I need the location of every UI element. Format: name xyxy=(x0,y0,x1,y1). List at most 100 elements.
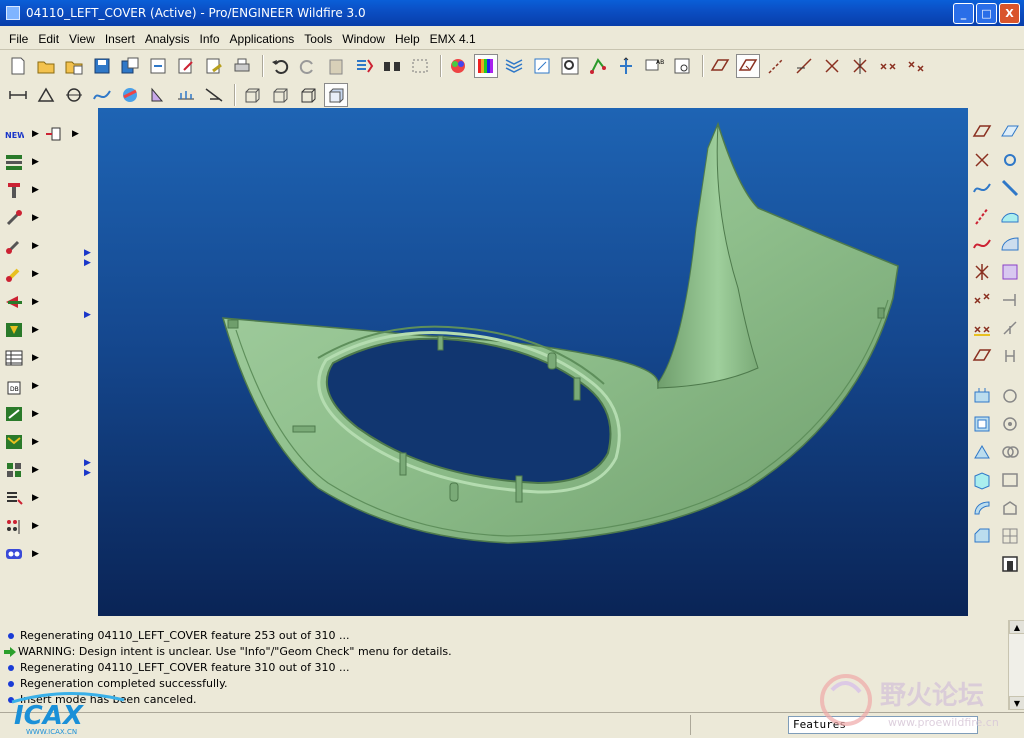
menu-window[interactable]: Window xyxy=(337,32,390,46)
runner-item[interactable]: ▶ xyxy=(4,430,44,454)
view-icon[interactable] xyxy=(614,54,638,78)
menu-analysis[interactable]: Analysis xyxy=(140,32,195,46)
plane-icon[interactable] xyxy=(970,120,994,144)
offset-icon[interactable] xyxy=(174,83,198,107)
merge-icon[interactable] xyxy=(998,344,1022,368)
menu-insert[interactable]: Insert xyxy=(100,32,140,46)
mold-base-item[interactable]: ▶ xyxy=(4,150,44,174)
minimize-button[interactable]: _ xyxy=(953,3,974,24)
color-editor-icon[interactable] xyxy=(474,54,498,78)
curve-icon[interactable] xyxy=(970,176,994,200)
intersect-icon[interactable] xyxy=(970,260,994,284)
chamfer-icon[interactable] xyxy=(970,524,994,548)
group-icon[interactable] xyxy=(998,496,1022,520)
sweep-icon[interactable] xyxy=(970,468,994,492)
holes-item[interactable]: ▶ xyxy=(4,514,44,538)
no-hidden-icon[interactable] xyxy=(296,83,320,107)
mass-icon[interactable] xyxy=(34,83,58,107)
scroll-up-icon[interactable]: ▲ xyxy=(1009,620,1024,634)
redo-icon[interactable] xyxy=(296,54,320,78)
print-icon[interactable] xyxy=(230,54,254,78)
section-icon[interactable] xyxy=(62,83,86,107)
hidden-line-icon[interactable] xyxy=(268,83,292,107)
point-icon[interactable] xyxy=(970,148,994,172)
screw-item[interactable]: ▶ xyxy=(4,206,44,230)
menu-applications[interactable]: Applications xyxy=(225,32,300,46)
menu-info[interactable]: Info xyxy=(195,32,225,46)
find-icon[interactable] xyxy=(380,54,404,78)
sketch-plane-icon[interactable] xyxy=(708,54,732,78)
field-point-icon[interactable] xyxy=(970,316,994,340)
erase-icon[interactable] xyxy=(202,54,226,78)
extend-icon[interactable] xyxy=(998,288,1022,312)
curvature-icon[interactable] xyxy=(90,83,114,107)
datum-plane-icon[interactable] xyxy=(736,54,760,78)
datum-curve-icon[interactable] xyxy=(792,54,816,78)
coord-sys-icon[interactable] xyxy=(848,54,872,78)
components-item[interactable]: ▶ xyxy=(4,458,44,482)
menu-emx[interactable]: EMX 4.1 xyxy=(425,32,481,46)
analysis-icon[interactable] xyxy=(146,83,170,107)
spin-center-icon[interactable] xyxy=(670,54,694,78)
datum-point-icon[interactable] xyxy=(820,54,844,78)
drawing-item[interactable]: ▶ xyxy=(4,402,44,426)
chevron-right-icon[interactable]: ▶ xyxy=(84,458,91,468)
settings-item[interactable]: ▶ xyxy=(4,542,44,566)
properties-item[interactable]: ▶ xyxy=(4,486,44,510)
cooling-item[interactable]: ▶ xyxy=(4,262,44,286)
array-icon[interactable] xyxy=(998,524,1022,548)
measure-icon[interactable] xyxy=(6,83,30,107)
chevron-right-icon[interactable]: ▶ xyxy=(84,248,91,258)
fill-icon[interactable] xyxy=(998,260,1022,284)
datum-icon[interactable] xyxy=(586,54,610,78)
paste-icon[interactable] xyxy=(324,54,348,78)
lifter-item[interactable]: ▶ xyxy=(4,318,44,342)
new-feature-item[interactable]: NEW ▶ xyxy=(4,122,44,146)
draft-icon[interactable] xyxy=(998,176,1022,200)
blend-icon[interactable] xyxy=(970,496,994,520)
analysis-point-icon[interactable] xyxy=(904,54,928,78)
round-icon[interactable] xyxy=(998,148,1022,172)
menu-view[interactable]: View xyxy=(64,32,100,46)
spline-icon[interactable] xyxy=(970,232,994,256)
dowel-item[interactable]: ▶ xyxy=(4,234,44,258)
panel-icon[interactable] xyxy=(998,552,1022,576)
menu-edit[interactable]: Edit xyxy=(33,32,64,46)
slider-item[interactable]: ▶ xyxy=(4,290,44,314)
draft-icon[interactable] xyxy=(118,83,142,107)
rename-icon[interactable] xyxy=(174,54,198,78)
pattern-icon[interactable] xyxy=(998,440,1022,464)
menu-help[interactable]: Help xyxy=(390,32,425,46)
menu-file[interactable]: File xyxy=(4,32,33,46)
backup-icon[interactable] xyxy=(146,54,170,78)
save-copy-icon[interactable] xyxy=(118,54,142,78)
graphics-viewport[interactable] xyxy=(98,108,968,616)
left-cover-model[interactable] xyxy=(98,108,968,616)
offset-points-icon[interactable] xyxy=(970,288,994,312)
assembly-item[interactable]: ▶ xyxy=(44,122,84,146)
bom-item[interactable]: ▶ xyxy=(4,346,44,370)
saved-views-icon[interactable]: AB xyxy=(642,54,666,78)
revolve-icon[interactable] xyxy=(998,384,1022,408)
new-icon[interactable] xyxy=(6,54,30,78)
rib-icon[interactable] xyxy=(970,440,994,464)
extrude-icon[interactable] xyxy=(970,384,994,408)
database-item[interactable]: DB ▶ xyxy=(4,374,44,398)
chevron-right-icon[interactable]: ▶ xyxy=(84,468,91,478)
save-icon[interactable] xyxy=(90,54,114,78)
hole-icon[interactable] xyxy=(998,412,1022,436)
boundary-icon[interactable] xyxy=(998,232,1022,256)
undo-icon[interactable] xyxy=(268,54,292,78)
mirror-icon[interactable] xyxy=(998,468,1022,492)
datum-plane-2-icon[interactable] xyxy=(970,344,994,368)
maximize-button[interactable]: □ xyxy=(976,3,997,24)
axis-icon[interactable] xyxy=(998,120,1022,144)
ejector-item[interactable]: ▶ xyxy=(4,178,44,202)
datum-points-icon[interactable] xyxy=(876,54,900,78)
model-tree-icon[interactable] xyxy=(530,54,554,78)
close-button[interactable]: X xyxy=(999,3,1020,24)
trim-icon[interactable] xyxy=(998,316,1022,340)
open-icon[interactable] xyxy=(34,54,58,78)
wireframe-icon[interactable] xyxy=(240,83,264,107)
datum-axis-icon[interactable] xyxy=(764,54,788,78)
